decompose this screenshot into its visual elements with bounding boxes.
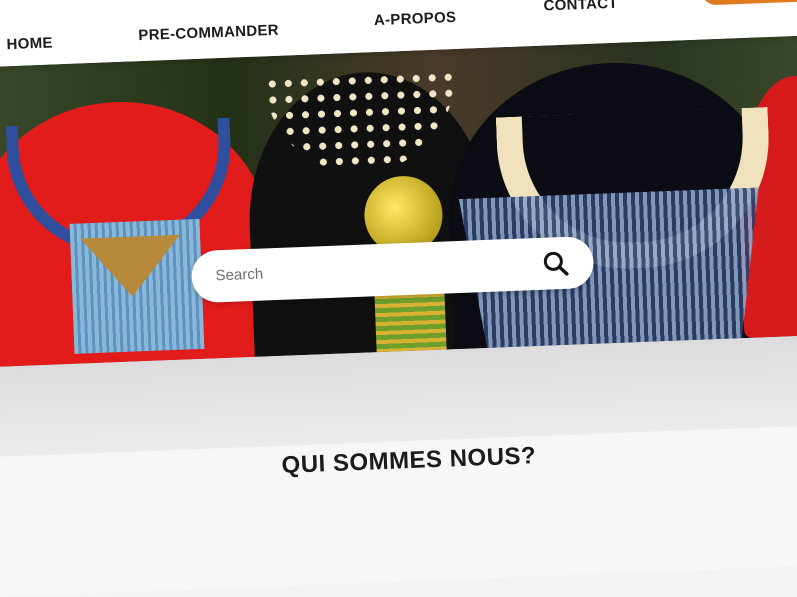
- hero-banner: [0, 35, 797, 368]
- search-input[interactable]: [213, 254, 518, 286]
- nav-pre-commander[interactable]: PRE-COMMANDER: [138, 22, 279, 44]
- nav-cta-button[interactable]: [700, 0, 797, 6]
- page: QUI SOMMES NOUS? HOME PRE-COMMANDER A-PR…: [0, 0, 797, 597]
- nav-a-propos[interactable]: A-PROPOS: [374, 9, 457, 29]
- search-icon[interactable]: [541, 249, 570, 278]
- nav-contact[interactable]: CONTACT: [543, 0, 618, 15]
- nav-home[interactable]: HOME: [6, 34, 53, 53]
